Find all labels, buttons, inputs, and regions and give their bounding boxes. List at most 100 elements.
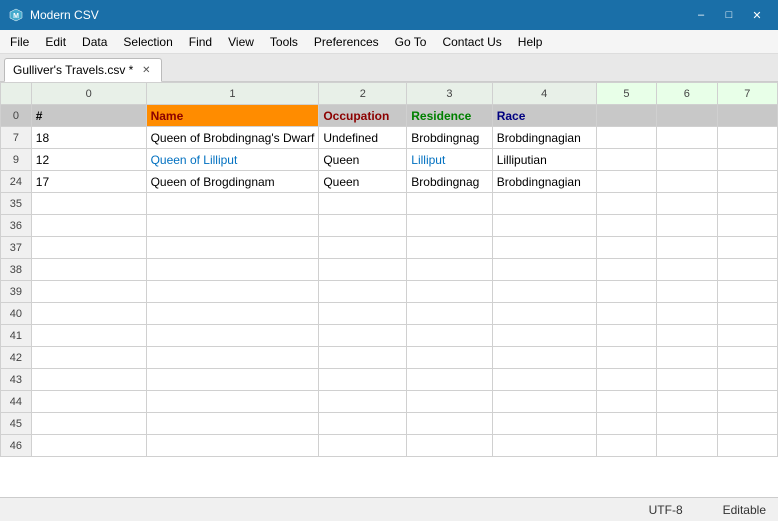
data-cell[interactable]	[596, 149, 656, 171]
menu-item-contact-us[interactable]: Contact Us	[434, 32, 509, 52]
row-num-cell: 38	[1, 259, 32, 281]
table-row: 9 12 Queen of Lilliput Queen Lilliput Li…	[1, 149, 778, 171]
data-cell[interactable]: Brobdingnag	[407, 127, 492, 149]
row-num-cell: 39	[1, 281, 32, 303]
data-cell[interactable]	[717, 149, 777, 171]
data-cell[interactable]	[657, 171, 717, 193]
close-button[interactable]: ✕	[744, 5, 770, 25]
menu-item-help[interactable]: Help	[510, 32, 551, 52]
row-num-cell: 7	[1, 127, 32, 149]
data-cell[interactable]	[717, 171, 777, 193]
row-num-cell: 41	[1, 325, 32, 347]
data-cell[interactable]: #	[31, 105, 146, 127]
data-cell[interactable]	[657, 149, 717, 171]
row-num-cell: 44	[1, 391, 32, 413]
data-cell[interactable]: Lilliput	[407, 149, 492, 171]
row-num-cell: 36	[1, 215, 32, 237]
table-row: 42	[1, 347, 778, 369]
table-row: 7 18 Queen of Brobdingnag's Dwarf Undefi…	[1, 127, 778, 149]
data-cell[interactable]	[717, 127, 777, 149]
data-cell[interactable]: 12	[31, 149, 146, 171]
data-cell[interactable]: Residence	[407, 105, 492, 127]
col-header-1[interactable]: 1	[146, 83, 319, 105]
col-header-3[interactable]: 3	[407, 83, 492, 105]
table-row: 41	[1, 325, 778, 347]
data-cell[interactable]	[717, 105, 777, 127]
row-num-cell: 43	[1, 369, 32, 391]
row-num-cell: 37	[1, 237, 32, 259]
menu-item-view[interactable]: View	[220, 32, 262, 52]
menu-item-edit[interactable]: Edit	[37, 32, 74, 52]
tab-close-button[interactable]: ✕	[139, 63, 153, 77]
window-title: Modern CSV	[30, 8, 688, 22]
table-row: 35	[1, 193, 778, 215]
table-row: 40	[1, 303, 778, 325]
spreadsheet-area[interactable]: 0 1 2 3 4 5 6 7 0 # Name Occupation Resi…	[0, 82, 778, 497]
menu-item-data[interactable]: Data	[74, 32, 115, 52]
data-cell[interactable]: Queen of Brogdingnam	[146, 171, 319, 193]
menu-bar: FileEditDataSelectionFindViewToolsPrefer…	[0, 30, 778, 54]
data-cell[interactable]: Name	[146, 105, 319, 127]
data-cell[interactable]: 17	[31, 171, 146, 193]
data-cell[interactable]	[596, 171, 656, 193]
data-cell[interactable]: Queen of Brobdingnag's Dwarf	[146, 127, 319, 149]
row-num-cell: 24	[1, 171, 32, 193]
data-cell[interactable]: Queen	[319, 171, 407, 193]
window-controls: – □ ✕	[688, 5, 770, 25]
table-row: 43	[1, 369, 778, 391]
data-cell[interactable]: Queen of Lilliput	[146, 149, 319, 171]
data-cell[interactable]: 18	[31, 127, 146, 149]
corner-cell	[1, 83, 32, 105]
data-cell[interactable]: Race	[492, 105, 596, 127]
menu-item-file[interactable]: File	[2, 32, 37, 52]
col-header-2[interactable]: 2	[319, 83, 407, 105]
table-row: 45	[1, 413, 778, 435]
table-row: 44	[1, 391, 778, 413]
data-cell[interactable]: Undefined	[319, 127, 407, 149]
row-num-cell: 35	[1, 193, 32, 215]
svg-text:M: M	[13, 13, 19, 20]
menu-item-selection[interactable]: Selection	[115, 32, 180, 52]
row-num-cell: 45	[1, 413, 32, 435]
data-cell[interactable]	[657, 105, 717, 127]
row-num-cell: 40	[1, 303, 32, 325]
maximize-button[interactable]: □	[716, 5, 742, 25]
table-row: 36	[1, 215, 778, 237]
col-header-6[interactable]: 6	[657, 83, 717, 105]
data-cell[interactable]: Queen	[319, 149, 407, 171]
row-num-cell: 46	[1, 435, 32, 457]
data-cell[interactable]: Occupation	[319, 105, 407, 127]
col-header-4[interactable]: 4	[492, 83, 596, 105]
data-cell[interactable]: Brobdingnag	[407, 171, 492, 193]
mode-label: Editable	[723, 503, 766, 517]
tab-bar: Gulliver's Travels.csv * ✕	[0, 54, 778, 82]
tab-label: Gulliver's Travels.csv *	[13, 63, 133, 77]
row-num-cell: 9	[1, 149, 32, 171]
table-row: 0 # Name Occupation Residence Race	[1, 105, 778, 127]
table-row: 38	[1, 259, 778, 281]
table-row: 37	[1, 237, 778, 259]
data-table: 0 1 2 3 4 5 6 7 0 # Name Occupation Resi…	[0, 82, 778, 457]
data-cell[interactable]	[596, 127, 656, 149]
col-header-5[interactable]: 5	[596, 83, 656, 105]
column-header-row: 0 1 2 3 4 5 6 7	[1, 83, 778, 105]
data-cell[interactable]	[596, 105, 656, 127]
menu-item-find[interactable]: Find	[181, 32, 220, 52]
title-bar: M Modern CSV – □ ✕	[0, 0, 778, 30]
status-bar: UTF-8 Editable	[0, 497, 778, 521]
data-cell[interactable]: Brobdingnagian	[492, 127, 596, 149]
data-cell[interactable]: Brobdingnagian	[492, 171, 596, 193]
menu-item-preferences[interactable]: Preferences	[306, 32, 387, 52]
data-cell[interactable]: Lilliputian	[492, 149, 596, 171]
minimize-button[interactable]: –	[688, 5, 714, 25]
data-cell[interactable]	[657, 127, 717, 149]
col-header-7[interactable]: 7	[717, 83, 777, 105]
encoding-label: UTF-8	[649, 503, 683, 517]
file-tab[interactable]: Gulliver's Travels.csv * ✕	[4, 58, 162, 82]
col-header-0[interactable]: 0	[31, 83, 146, 105]
table-row: 46	[1, 435, 778, 457]
menu-item-tools[interactable]: Tools	[262, 32, 306, 52]
menu-item-go-to[interactable]: Go To	[387, 32, 435, 52]
app-icon: M	[8, 7, 24, 23]
table-row: 24 17 Queen of Brogdingnam Queen Brobdin…	[1, 171, 778, 193]
